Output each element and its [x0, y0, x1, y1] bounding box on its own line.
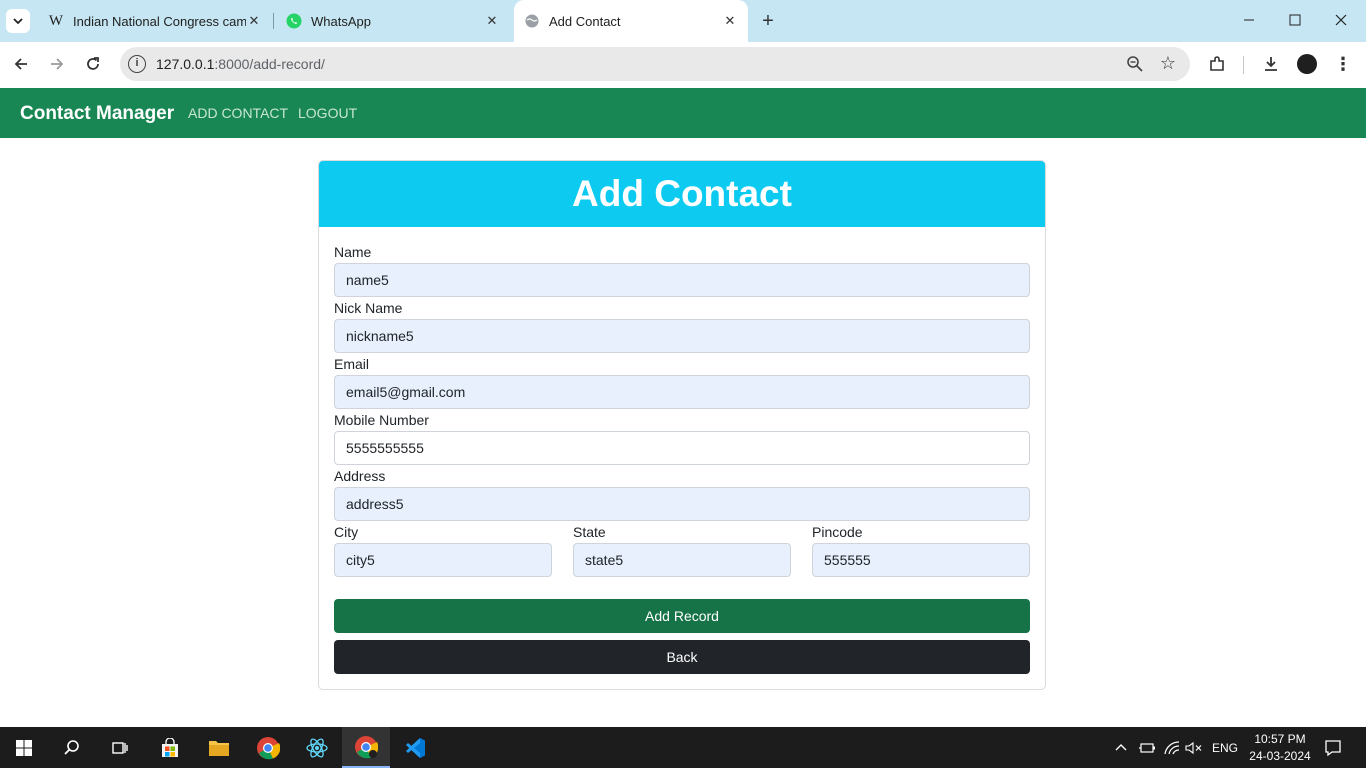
toolbar-divider [1243, 56, 1244, 74]
react-app[interactable] [293, 727, 341, 768]
chevron-up-icon [1115, 743, 1127, 750]
city-input[interactable]: city5 [334, 543, 552, 577]
windows-icon [16, 739, 32, 756]
site-info-icon[interactable]: i [128, 55, 146, 73]
folder-icon [209, 740, 229, 756]
tab-title: Add Contact [549, 13, 621, 29]
address-label: Address [334, 468, 386, 484]
back-nav-button[interactable] [7, 50, 35, 78]
start-button[interactable] [0, 727, 48, 768]
arrow-left-icon [14, 58, 27, 70]
clock-date: 24-03-2024 [1249, 749, 1311, 763]
show-hidden-icons[interactable] [1114, 727, 1128, 768]
language-indicator[interactable]: ENG [1212, 727, 1238, 768]
state-label: State [573, 524, 606, 540]
atom-icon [306, 737, 328, 758]
email-label: Email [334, 356, 370, 372]
system-clock[interactable]: 10:57 PM 24-03-2024 [1244, 731, 1316, 765]
store-app[interactable] [146, 727, 194, 768]
add-contact-card: Add Contact Name name5 Nick Name nicknam… [318, 160, 1046, 690]
window-close-button[interactable] [1318, 0, 1364, 40]
task-view-icon [112, 741, 128, 754]
chrome-icon [355, 735, 378, 758]
globe-icon [524, 13, 540, 29]
whatsapp-icon [286, 13, 302, 29]
close-icon[interactable]: ✕ [484, 13, 500, 29]
zoom-icon[interactable] [1126, 55, 1144, 78]
mobile-input[interactable]: 5555555555 [334, 431, 1030, 465]
vscode-app[interactable] [391, 727, 439, 768]
more-menu-icon[interactable]: ⋮ [1330, 51, 1356, 77]
reload-button[interactable] [79, 50, 107, 78]
name-label: Name [334, 244, 372, 260]
card-header: Add Contact [319, 161, 1045, 227]
add-record-button[interactable]: Add Record [334, 599, 1030, 633]
tab-divider [273, 13, 274, 29]
city-label: City [334, 524, 359, 540]
notification-icon [1325, 739, 1341, 756]
new-tab-button[interactable]: + [756, 8, 780, 34]
wifi-icon[interactable] [1163, 727, 1181, 768]
maximize-icon [1289, 14, 1301, 26]
task-view-button[interactable] [96, 727, 144, 768]
close-icon[interactable]: ✕ [246, 13, 262, 29]
site-navbar: Contact Manager ADD CONTACT LOGOUT [0, 88, 1366, 138]
bookmark-star-icon[interactable]: ☆ [1160, 53, 1176, 74]
taskbar-search-button[interactable] [48, 727, 96, 768]
mobile-label: Mobile Number [334, 412, 429, 428]
email-input[interactable]: email5@gmail.com [334, 375, 1030, 409]
tab-whatsapp[interactable]: WhatsApp ✕ [276, 6, 510, 36]
store-icon [162, 737, 178, 757]
state-input[interactable]: state5 [573, 543, 791, 577]
address-input[interactable]: address5 [334, 487, 1030, 521]
close-icon[interactable]: ✕ [722, 13, 738, 29]
search-icon [64, 739, 79, 755]
nickname-input[interactable]: nickname5 [334, 319, 1030, 353]
volume-muted-icon[interactable] [1185, 727, 1203, 768]
name-input[interactable]: name5 [334, 263, 1030, 297]
tab-strip: W Indian National Congress camp ✕ WhatsA… [0, 0, 1366, 42]
minimize-icon [1244, 19, 1254, 21]
vscode-icon [406, 737, 425, 758]
chrome-app[interactable] [244, 727, 292, 768]
nav-logout[interactable]: LOGOUT [298, 105, 357, 121]
nav-add-contact[interactable]: ADD CONTACT [188, 105, 288, 121]
chrome-profile-app[interactable] [342, 727, 390, 768]
tab-search-button[interactable] [6, 9, 30, 33]
forward-nav-button[interactable] [43, 50, 71, 78]
taskbar: ENG 10:57 PM 24-03-2024 [0, 727, 1366, 768]
tab-add-contact[interactable]: Add Contact ✕ [514, 0, 748, 42]
file-explorer-app[interactable] [195, 727, 243, 768]
notification-button[interactable] [1324, 727, 1342, 768]
tab-title: Indian National Congress camp [73, 13, 246, 29]
tab-wikipedia[interactable]: W Indian National Congress camp ✕ [38, 6, 272, 36]
chevron-down-icon [13, 18, 23, 25]
close-icon [1335, 14, 1347, 26]
page-title: Add Contact [572, 173, 792, 214]
chrome-icon [257, 736, 280, 759]
minimize-button[interactable] [1226, 0, 1272, 40]
clock-time: 10:57 PM [1254, 732, 1306, 746]
reload-icon [87, 57, 99, 70]
tab-title: WhatsApp [311, 13, 371, 29]
arrow-right-icon [51, 58, 64, 70]
url-text[interactable]: 127.0.0.1:8000/add-record/ [156, 56, 325, 72]
back-button[interactable]: Back [334, 640, 1030, 674]
download-icon[interactable] [1258, 51, 1284, 77]
browser-toolbar: i 127.0.0.1:8000/add-record/ ☆ ⋮ [0, 42, 1366, 88]
maximize-button[interactable] [1272, 0, 1318, 40]
pincode-input[interactable]: 555555 [812, 543, 1030, 577]
profile-avatar[interactable] [1294, 51, 1320, 77]
wikipedia-icon: W [48, 12, 64, 29]
brand-link[interactable]: Contact Manager [20, 103, 174, 125]
pincode-label: Pincode [812, 524, 863, 540]
nickname-label: Nick Name [334, 300, 403, 316]
address-bar[interactable]: i 127.0.0.1:8000/add-record/ ☆ [120, 47, 1190, 81]
battery-icon[interactable] [1138, 727, 1156, 768]
extensions-icon[interactable] [1204, 51, 1230, 77]
